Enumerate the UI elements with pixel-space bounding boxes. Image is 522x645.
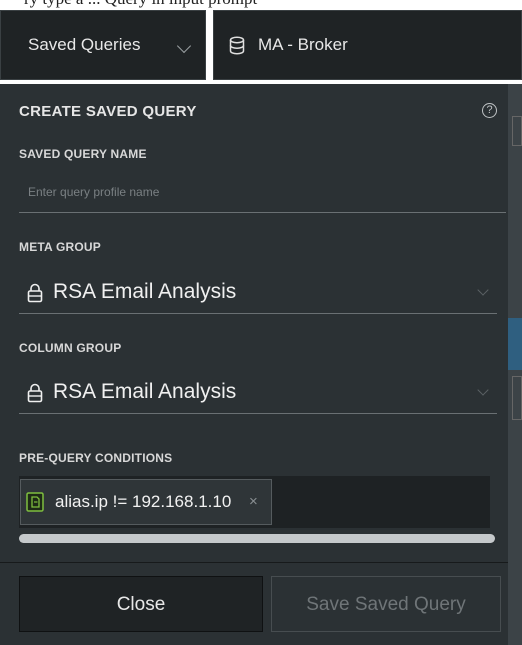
help-icon[interactable]: ? [482, 103, 497, 118]
page-text-behind: ry type a ... Query in input prompt [0, 0, 522, 8]
chevron-down-icon [176, 38, 192, 54]
pre-query-conditions-label: PRE-QUERY CONDITIONS [19, 451, 173, 465]
close-button[interactable]: Close [19, 576, 263, 632]
saved-queries-label: Saved Queries [28, 35, 141, 54]
background-page-highlight [508, 318, 522, 370]
footer-divider [0, 562, 508, 563]
saved-queries-dropdown[interactable]: Saved Queries [0, 10, 206, 80]
meta-group-value: RSA Email Analysis [53, 280, 237, 303]
behind-text: ry type a ... Query in input prompt [24, 0, 257, 8]
condition-text: alias.ip != 192.168.1.10 [55, 492, 232, 511]
chevron-down-icon [477, 284, 489, 296]
column-group-select[interactable]: RSA Email Analysis [19, 372, 497, 414]
column-group-value: RSA Email Analysis [53, 380, 237, 403]
horizontal-scrollbar[interactable] [19, 534, 495, 543]
pre-query-conditions-field[interactable]: alias.ip != 192.168.1.10 × [19, 476, 490, 528]
chevron-down-icon [477, 384, 489, 396]
panel-title: CREATE SAVED QUERY [19, 103, 197, 120]
create-saved-query-panel [0, 84, 508, 645]
lock-icon [27, 283, 43, 303]
database-icon [229, 36, 245, 55]
service-label: MA - Broker [258, 35, 348, 54]
remove-condition-icon[interactable]: × [249, 493, 258, 510]
meta-group-label: META GROUP [19, 240, 101, 254]
background-page-field [512, 116, 522, 146]
meta-group-select[interactable]: RSA Email Analysis [19, 272, 497, 314]
background-page-field [512, 376, 522, 420]
lock-icon [27, 383, 43, 403]
column-group-label: COLUMN GROUP [19, 341, 122, 355]
service-dropdown[interactable]: MA - Broker [213, 10, 522, 80]
saved-query-name-label: SAVED QUERY NAME [19, 147, 147, 161]
save-saved-query-button[interactable]: Save Saved Query [271, 576, 501, 632]
condition-pill[interactable]: alias.ip != 192.168.1.10 × [20, 479, 272, 525]
query-toolbar: Saved Queries MA - Broker [0, 8, 522, 84]
saved-query-name-input[interactable] [19, 172, 506, 213]
condition-icon [26, 492, 44, 512]
